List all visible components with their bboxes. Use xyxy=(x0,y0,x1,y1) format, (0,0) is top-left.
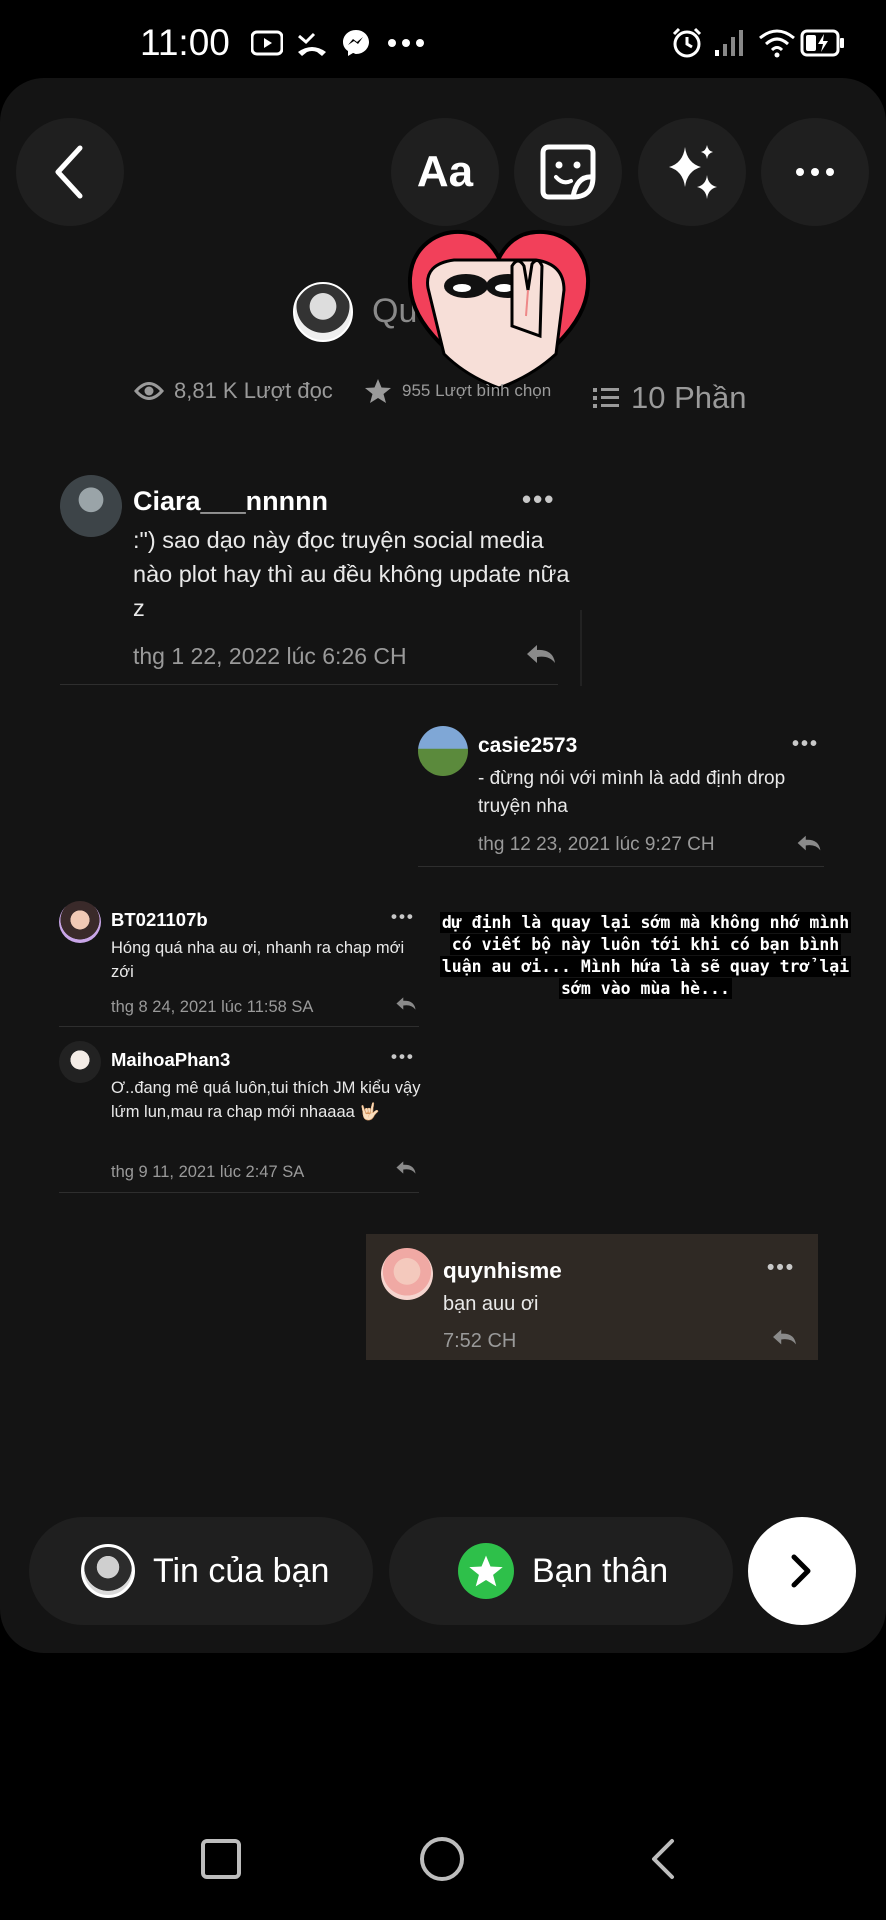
your-story-label: Tin của bạn xyxy=(153,1551,330,1590)
your-story-button[interactable]: Tin của bạn xyxy=(29,1517,373,1625)
star-icon xyxy=(365,379,391,403)
commenter-name[interactable]: MaihoaPhan3 xyxy=(111,1049,230,1071)
comment-date: thg 1 22, 2022 lúc 6:26 CH xyxy=(133,643,407,669)
comment-date: thg 12 23, 2021 lúc 9:27 CH xyxy=(478,834,715,855)
comment-divider xyxy=(418,866,824,867)
back-icon[interactable] xyxy=(648,1838,678,1880)
reply-icon[interactable] xyxy=(771,1328,798,1346)
author-note-text[interactable]: dự định là quay lại sớm mà không nhớ mìn… xyxy=(438,912,853,1000)
author-avatar xyxy=(293,282,353,342)
more-icon xyxy=(796,168,834,176)
missed-call-icon xyxy=(295,26,329,60)
parts-stat: 10 Phần xyxy=(593,380,747,416)
your-story-avatar xyxy=(81,1544,135,1598)
commenter-avatar[interactable] xyxy=(418,726,468,776)
close-friends-label: Bạn thân xyxy=(532,1551,669,1590)
author-note-content: dự định là quay lại sớm mà không nhớ mìn… xyxy=(439,912,852,999)
status-bar: 11:00 xyxy=(0,0,886,80)
youtube-icon xyxy=(250,26,284,60)
commenter-avatar[interactable] xyxy=(59,901,101,943)
votes-count: 955 Lượt bình chọn xyxy=(402,381,552,400)
alarm-icon xyxy=(670,26,704,60)
comment-more-button[interactable]: ••• xyxy=(391,1047,415,1067)
sparkles-icon xyxy=(669,145,717,199)
text-tool-label: Aa xyxy=(416,147,474,196)
signal-icon xyxy=(712,26,746,60)
close-friends-icon xyxy=(458,1543,514,1599)
reply-icon[interactable] xyxy=(525,643,557,665)
sticker-button[interactable] xyxy=(514,118,622,226)
comment-more-button[interactable]: ••• xyxy=(391,907,415,927)
votes-stat: 955 Lượt bình chọn xyxy=(364,378,551,404)
back-button[interactable] xyxy=(16,118,124,226)
commenter-name[interactable]: BT021107b xyxy=(111,909,208,931)
comment-text: Hóng quá nha au ơi, nhanh ra chap mới zớ… xyxy=(111,939,405,981)
battery-charging-icon xyxy=(800,26,846,60)
comment-text: :") sao dạo này đọc truyện social media … xyxy=(133,527,570,622)
home-icon[interactable] xyxy=(419,1836,465,1882)
views-stat: 8,81 K Lượt đọc xyxy=(134,378,333,404)
commenter-avatar[interactable] xyxy=(381,1248,433,1300)
commenter-avatar[interactable] xyxy=(59,1041,101,1083)
system-nav-bar xyxy=(0,1800,886,1920)
commenter-avatar[interactable] xyxy=(60,475,122,537)
comment-text: bạn auu ơi xyxy=(443,1293,539,1315)
messenger-icon xyxy=(339,26,373,60)
more-button[interactable] xyxy=(761,118,869,226)
eye-icon xyxy=(134,382,164,400)
wifi-icon xyxy=(757,26,797,60)
comment-edge xyxy=(580,610,582,686)
reply-icon[interactable] xyxy=(395,996,417,1011)
comment-more-button[interactable]: ••• xyxy=(522,484,555,515)
comment-text: - đừng nói với mình là add định drop tru… xyxy=(478,768,786,817)
reply-icon[interactable] xyxy=(395,1160,417,1175)
reply-icon[interactable] xyxy=(796,834,822,852)
parts-count: 10 Phần xyxy=(631,380,747,415)
comment-more-button[interactable]: ••• xyxy=(767,1256,795,1280)
status-time: 11:00 xyxy=(140,22,230,63)
comment-more-button[interactable]: ••• xyxy=(792,733,819,756)
views-count: 8,81 K Lượt đọc xyxy=(174,378,333,403)
commenter-name[interactable]: casie2573 xyxy=(478,734,577,758)
chevron-right-icon xyxy=(791,1554,811,1588)
commenter-name[interactable]: quynhisme xyxy=(443,1258,562,1284)
comment-date: thg 9 11, 2021 lúc 2:47 SA xyxy=(111,1163,305,1181)
list-icon xyxy=(593,388,619,408)
commenter-name[interactable]: Ciara___nnnnn xyxy=(133,486,328,517)
close-friends-button[interactable]: Bạn thân xyxy=(389,1517,733,1625)
comment-divider xyxy=(59,1192,419,1193)
comment-divider xyxy=(59,1026,419,1027)
text-tool-button[interactable]: Aa xyxy=(391,118,499,226)
comment-divider xyxy=(60,684,558,685)
effects-button[interactable] xyxy=(638,118,746,226)
more-notifications-icon xyxy=(386,26,426,60)
send-button[interactable] xyxy=(748,1517,856,1625)
recents-icon[interactable] xyxy=(200,1838,242,1880)
comment-text: Ơ..đang mê quá luôn,tui thích JM kiểu vậ… xyxy=(111,1079,421,1121)
comment-date: thg 8 24, 2021 lúc 11:58 SA xyxy=(111,998,314,1016)
chevron-left-icon xyxy=(55,145,83,199)
comment-date: 7:52 CH xyxy=(443,1330,517,1352)
heart-sticker[interactable] xyxy=(404,226,594,396)
sticker-icon xyxy=(540,144,596,200)
